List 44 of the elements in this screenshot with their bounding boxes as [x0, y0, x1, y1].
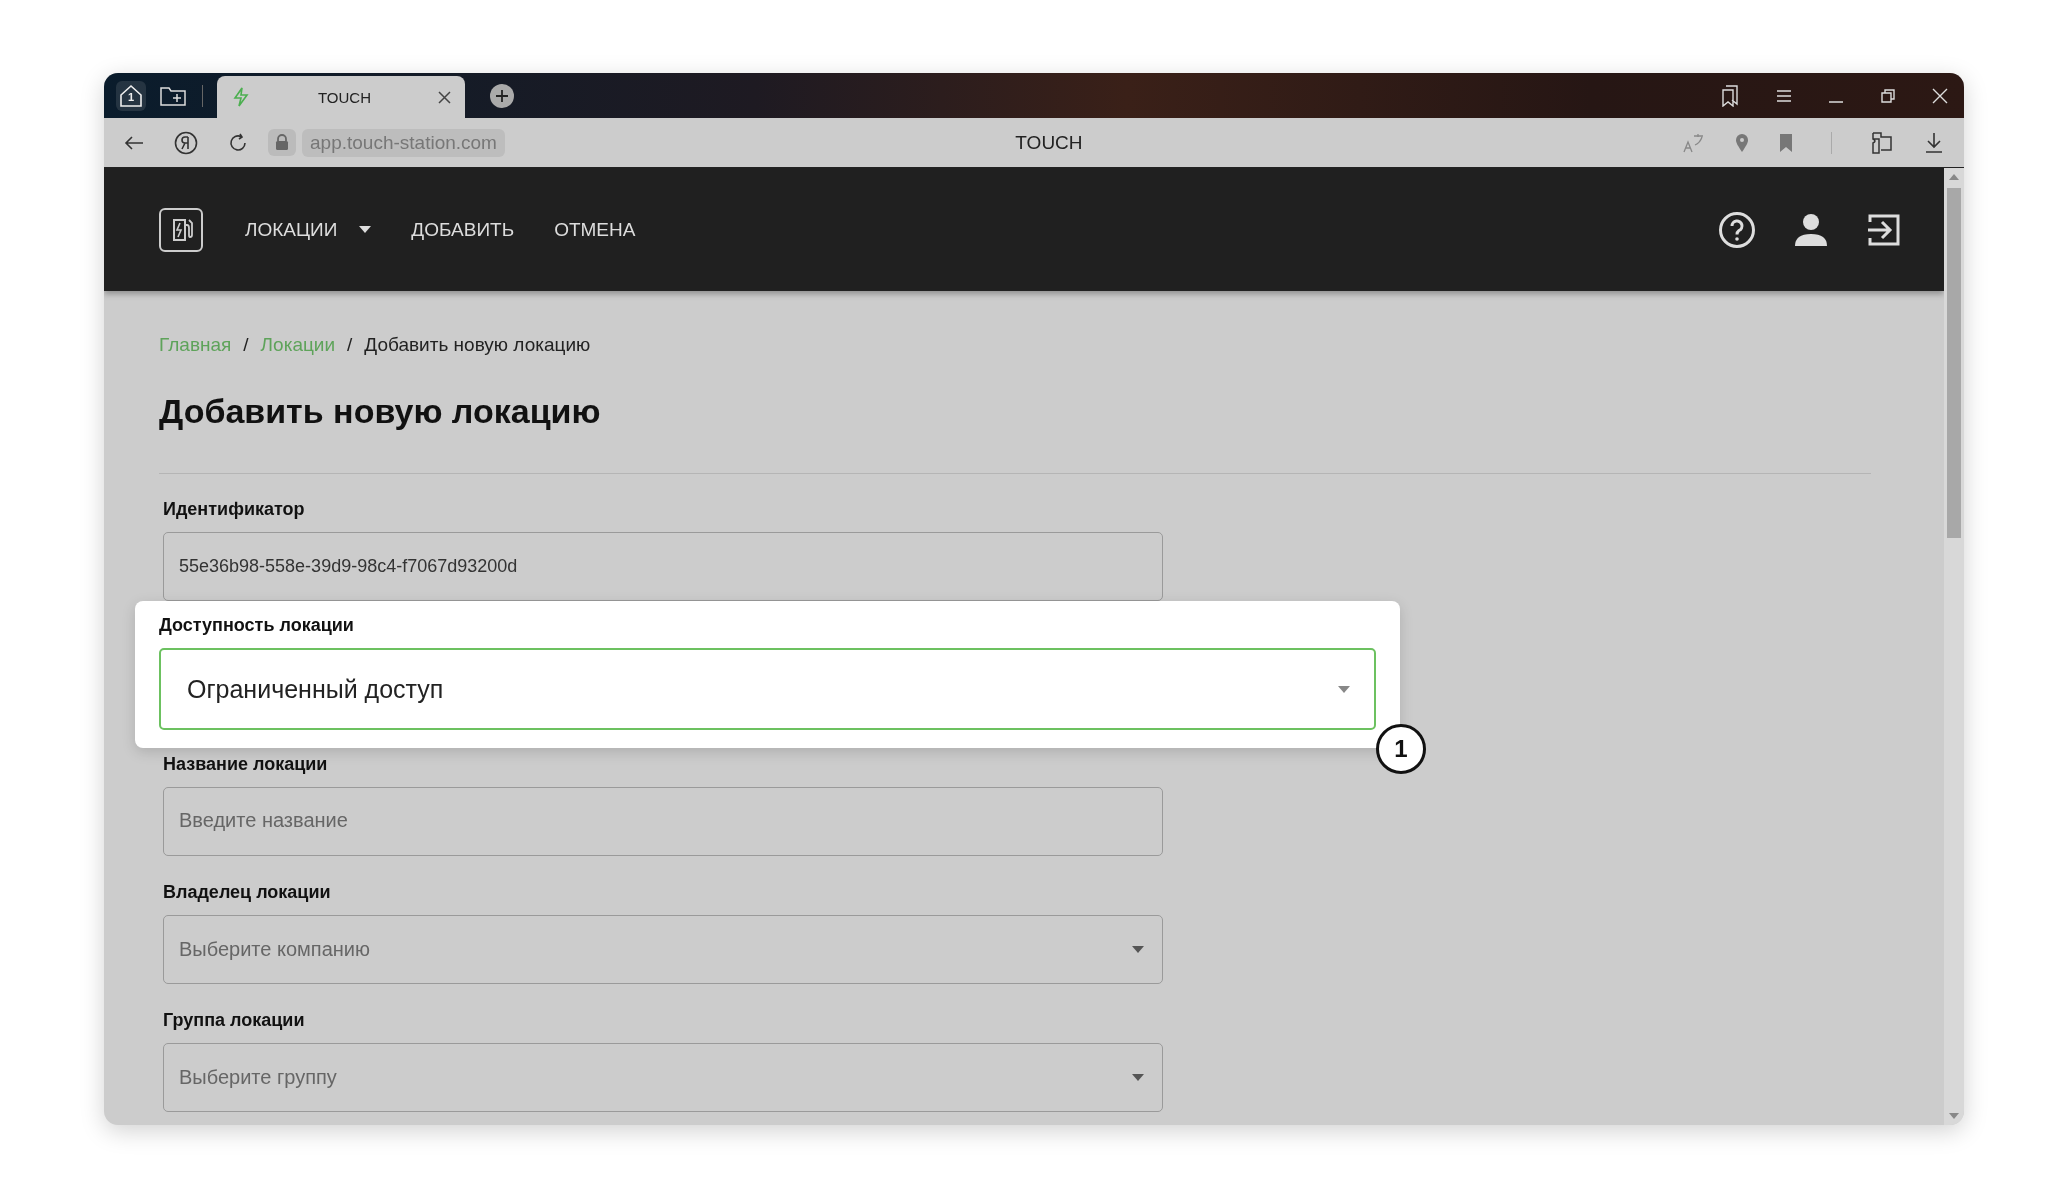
back-icon[interactable]	[124, 134, 144, 151]
tab-title: TOUCH	[316, 88, 373, 106]
caret-icon	[1132, 1074, 1144, 1081]
plus-icon[interactable]	[489, 82, 515, 109]
select-field[interactable]: Выберите группу	[163, 1043, 1163, 1112]
caret-icon	[359, 226, 372, 233]
bookmarks-icon[interactable]	[1720, 84, 1740, 107]
browser-tab[interactable]: TOUCH	[217, 76, 465, 118]
select-field[interactable]: Ограниченный доступ	[159, 648, 1376, 730]
caret-icon	[1338, 685, 1350, 693]
reload-icon[interactable]	[228, 132, 248, 153]
lock-icon	[268, 129, 296, 156]
location-pin-icon[interactable]	[1735, 132, 1749, 153]
field-label: Доступность локации	[159, 615, 355, 636]
help-icon[interactable]	[1718, 210, 1756, 249]
folder-plus-icon[interactable]	[160, 84, 188, 107]
breadcrumb-current: Добавить новую локацию	[364, 334, 591, 356]
lightning-icon	[231, 87, 251, 107]
caret-icon	[1132, 946, 1144, 953]
text-field[interactable]: 55e36b98-558e-39d9-98c4-f7067d93200d	[163, 532, 1163, 601]
menu-icon[interactable]	[1776, 88, 1792, 103]
page-heading: Добавить новую локацию	[159, 392, 602, 431]
user-icon[interactable]	[1794, 212, 1828, 247]
select-field[interactable]: Выберите компанию	[163, 915, 1163, 984]
bookmark-icon[interactable]	[1779, 132, 1793, 153]
circle-letter-icon[interactable]	[174, 130, 198, 155]
download-icon[interactable]	[1924, 131, 1944, 154]
field-label: Владелец локации	[163, 882, 332, 903]
callout-marker: 1	[1376, 724, 1426, 774]
field-label: Идентификатор	[163, 499, 306, 520]
nav-link[interactable]: ОТМЕНА	[554, 218, 636, 241]
breadcrumb-separator: /	[243, 334, 249, 356]
field-label: Название локации	[163, 754, 329, 775]
restore-icon[interactable]	[1880, 87, 1896, 104]
home-button[interactable]: 1	[116, 80, 146, 111]
breadcrumb-separator: /	[347, 334, 353, 356]
charging-station-icon[interactable]	[159, 207, 203, 252]
field-label: Группа локации	[163, 1010, 306, 1031]
page-title: TOUCH	[1015, 131, 1083, 154]
nav-link[interactable]: ДОБАВИТЬ	[411, 218, 515, 241]
nav-menu[interactable]: ЛОКАЦИИ	[245, 218, 372, 241]
extensions-icon[interactable]	[1870, 130, 1894, 155]
text-field[interactable]: Введите название	[163, 787, 1163, 856]
close-icon[interactable]	[438, 90, 451, 104]
